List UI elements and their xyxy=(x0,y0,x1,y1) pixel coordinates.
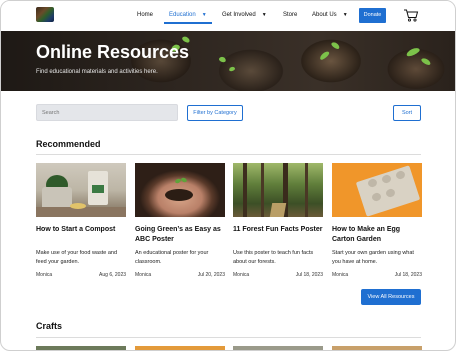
resource-card[interactable]: How to Make an Egg Carton Garden Start y… xyxy=(332,163,422,278)
seedling-leaf xyxy=(330,40,341,51)
card-description: Start your own garden using what you hav… xyxy=(332,250,414,265)
card-date: Jul 18, 2023 xyxy=(394,272,422,278)
crafts-heading: Crafts xyxy=(36,321,63,331)
seedling-leaf xyxy=(405,46,421,58)
resource-card[interactable]: How to Start a Compost Make use of your … xyxy=(36,163,126,278)
card-title[interactable]: How to Make an Egg Carton Garden xyxy=(332,225,424,244)
cart-icon[interactable] xyxy=(403,8,419,22)
chevron-down-icon: ▼ xyxy=(261,12,267,18)
donate-button[interactable]: Donate xyxy=(359,8,386,23)
filter-category-button[interactable]: Filter by Category xyxy=(187,105,243,121)
nav-education-label: Education xyxy=(169,12,196,18)
section-divider xyxy=(36,337,421,338)
nav-get-involved[interactable]: Get Involved ▼ xyxy=(222,12,267,18)
resource-card[interactable]: Going Green’s as Easy as ABC Poster An e… xyxy=(135,163,225,278)
card-author[interactable]: Monica xyxy=(135,272,151,278)
hands-soil-thumbnail xyxy=(135,163,225,217)
craft-thumbnail[interactable] xyxy=(332,346,422,350)
site-logo[interactable] xyxy=(36,7,54,22)
nav-education[interactable]: Education ▼ xyxy=(169,12,207,18)
page-frame: Home Education ▼ Get Involved ▼ Store Abou… xyxy=(0,0,456,351)
nav-active-indicator xyxy=(164,22,212,24)
card-description: Make use of your food waste and feed you… xyxy=(36,250,118,265)
page-subtitle: Find educational materials and activitie… xyxy=(36,69,158,75)
card-author[interactable]: Monica xyxy=(36,272,52,278)
section-divider xyxy=(36,154,421,155)
craft-thumbnail[interactable] xyxy=(233,346,323,350)
card-title[interactable]: Going Green’s as Easy as ABC Poster xyxy=(135,225,227,244)
page-title: Online Resources xyxy=(36,42,190,62)
nav-home[interactable]: Home xyxy=(137,12,153,18)
view-all-resources-button[interactable]: View All Resources xyxy=(361,289,421,305)
chevron-down-icon: ▼ xyxy=(201,12,207,18)
nav-store[interactable]: Store xyxy=(283,12,297,18)
card-author[interactable]: Monica xyxy=(332,272,348,278)
card-date: Jul 20, 2023 xyxy=(197,272,225,278)
compost-thumbnail xyxy=(36,163,126,217)
card-author[interactable]: Monica xyxy=(233,272,249,278)
egg-carton-thumbnail xyxy=(332,163,422,217)
card-description: Use this poster to teach fun facts about… xyxy=(233,250,314,265)
recommended-heading: Recommended xyxy=(36,139,101,149)
resource-card[interactable]: 11 Forest Fun Facts Poster Use this post… xyxy=(233,163,323,278)
card-description: An educational poster for your classroom… xyxy=(135,250,209,265)
sort-button[interactable]: Sort xyxy=(393,105,421,121)
seedling-leaf xyxy=(420,56,432,67)
craft-thumbnail[interactable] xyxy=(36,346,126,350)
card-title[interactable]: How to Start a Compost xyxy=(36,225,128,235)
forest-thumbnail xyxy=(233,163,323,217)
nav-store-label: Store xyxy=(283,12,298,18)
nav-home-label: Home xyxy=(137,12,154,18)
card-title[interactable]: 11 Forest Fun Facts Poster xyxy=(233,225,325,235)
seedling-leaf xyxy=(218,55,227,64)
seedling-leaf xyxy=(318,50,331,61)
card-date: Jul 18, 2023 xyxy=(295,272,323,278)
nav-about-us[interactable]: About Us ▼ xyxy=(312,12,348,18)
craft-thumbnail[interactable] xyxy=(135,346,225,350)
nav-get-involved-label: Get Involved xyxy=(222,12,256,18)
chevron-down-icon: ▼ xyxy=(342,12,348,18)
site-header: Home Education ▼ Get Involved ▼ Store Abou… xyxy=(1,1,455,31)
nav-about-us-label: About Us xyxy=(312,12,337,18)
search-input[interactable] xyxy=(36,104,178,121)
seedling-leaf xyxy=(228,66,236,72)
card-date: Aug 6, 2023 xyxy=(99,272,126,278)
hero-banner: Online Resources Find educational materi… xyxy=(1,31,455,91)
